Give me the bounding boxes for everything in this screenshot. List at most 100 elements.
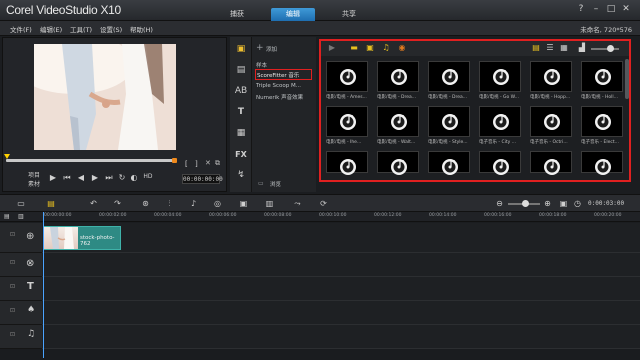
folder-triple-scoop[interactable]: Triple Scoop M...	[256, 83, 314, 89]
storyboard-view-icon[interactable]: ▭	[14, 199, 28, 209]
audio-disc-icon	[544, 69, 560, 85]
folder-scorefitter[interactable]: ScoreFitter 音乐	[255, 69, 312, 80]
audio-thumbnail[interactable]	[479, 61, 521, 92]
audio-thumbnail[interactable]	[377, 151, 419, 175]
record-capture-icon[interactable]: ⊛	[140, 199, 151, 209]
multi-camera-icon[interactable]: ▥	[264, 199, 275, 209]
scrub-handle[interactable]	[4, 154, 10, 159]
hd-button[interactable]: HD	[141, 173, 155, 180]
title-visibility-icon[interactable]: ⊡	[10, 283, 15, 290]
browse-label[interactable]: 浏览	[270, 180, 281, 188]
audio-thumbnail[interactable]	[479, 151, 521, 175]
audio-thumbnail[interactable]	[326, 106, 368, 137]
timeline-scroll-area[interactable]	[0, 349, 640, 360]
transition-icon[interactable]: AB	[234, 85, 248, 98]
redo-icon[interactable]: ↷	[112, 199, 123, 209]
subtitle-editor-icon[interactable]: ▣	[238, 199, 249, 209]
end-icon[interactable]: ⏭	[104, 173, 114, 183]
filter-icon[interactable]: FX	[234, 148, 248, 161]
timeline-ruler[interactable]: ▤ ▥ 00:00:00:00 00:00:02:00 00:00:04:00 00:…	[0, 212, 640, 222]
audio-thumbnail[interactable]	[377, 61, 419, 92]
voice-track-lane[interactable]	[42, 301, 640, 325]
tab-share[interactable]: 共享	[327, 8, 371, 21]
mark-in-button[interactable]: [	[185, 160, 188, 168]
music-track-lane[interactable]	[42, 325, 640, 349]
title-track-lane[interactable]	[42, 277, 640, 301]
undo-icon[interactable]: ↶	[88, 199, 99, 209]
folder-samples[interactable]: 样本	[256, 61, 314, 69]
add-folder-icon[interactable]: +	[256, 43, 264, 53]
volume-icon[interactable]: ◐	[129, 173, 139, 182]
fit-project-icon[interactable]: ▣	[558, 199, 569, 209]
clip-mode[interactable]: 素材	[28, 179, 40, 188]
menu-settings[interactable]: 设置(S)	[100, 24, 122, 34]
audio-thumbnail[interactable]	[428, 151, 470, 175]
overlay-visibility-icon[interactable]: ⊡	[10, 259, 15, 266]
track-visibility-icon[interactable]: ⊡	[10, 231, 15, 238]
audio-thumbnail[interactable]	[326, 151, 368, 175]
sound-mixer-icon[interactable]: ⫶	[164, 199, 175, 209]
previous-frame-icon[interactable]: ◀	[76, 173, 86, 182]
zoom-slider-handle[interactable]	[522, 200, 529, 207]
play-icon[interactable]: ▶	[48, 173, 58, 182]
timeline-clip[interactable]: stock-photo-762	[43, 226, 121, 250]
split-clip-icon[interactable]: ✕	[205, 159, 211, 167]
graphic-icon[interactable]: ▦	[234, 127, 248, 140]
timeline-view-icon[interactable]: ▤	[44, 199, 58, 209]
audio-thumbnail[interactable]	[479, 106, 521, 137]
menu-tools[interactable]: 工具(T)	[70, 24, 92, 34]
chapter-icon[interactable]: ▥	[18, 213, 24, 220]
audio-thumbnail[interactable]	[326, 61, 368, 92]
video-track-lane[interactable]	[42, 223, 640, 253]
folder-numerik[interactable]: Numerik 声音效果	[256, 93, 314, 101]
menu-help[interactable]: 帮助(H)	[130, 24, 153, 34]
zoom-out-icon[interactable]: ⊖	[494, 199, 505, 209]
timeline-playhead[interactable]	[43, 212, 44, 358]
audio-thumbnail[interactable]	[530, 151, 572, 175]
media-icon[interactable]: ▣	[234, 43, 248, 56]
help-icon[interactable]: ?	[575, 3, 587, 15]
scrub-bar[interactable]	[6, 159, 174, 162]
trim-end-marker[interactable]	[172, 158, 177, 163]
time-remapping-icon[interactable]: ⤳	[292, 199, 303, 209]
motion-tracking-icon[interactable]: ◎	[212, 199, 223, 209]
audio-thumbnail[interactable]	[377, 106, 419, 137]
menu-file[interactable]: 文件(F)	[10, 24, 32, 34]
track-manager-icon[interactable]: ▤	[4, 213, 10, 220]
add-folder-label[interactable]: 添加	[266, 45, 277, 53]
path-icon[interactable]: ↯	[234, 169, 248, 182]
next-frame-icon[interactable]: ▶	[90, 173, 100, 182]
zoom-in-icon[interactable]: ⊕	[542, 199, 553, 209]
repeat-icon[interactable]: ↻	[117, 173, 127, 182]
audio-thumbnail[interactable]	[581, 151, 623, 175]
close-icon[interactable]: ✕	[620, 3, 632, 15]
audio-thumbnail[interactable]	[581, 61, 623, 92]
mark-out-button[interactable]: ]	[195, 160, 198, 168]
tab-capture[interactable]: 捕获	[215, 8, 259, 21]
audio-thumbnail[interactable]	[581, 106, 623, 137]
ruler-tick-label: 00:00:08:00	[264, 213, 292, 218]
video-preview[interactable]	[34, 44, 176, 150]
instant-project-icon[interactable]: ▤	[234, 64, 248, 77]
browse-icon[interactable]: ▭	[258, 180, 264, 187]
audio-thumbnail[interactable]	[428, 106, 470, 137]
music-visibility-icon[interactable]: ⊡	[10, 331, 15, 338]
audio-thumbnail[interactable]	[428, 61, 470, 92]
preview-timecode[interactable]: 00:00:00:00	[182, 174, 223, 184]
tab-edit[interactable]: 编辑	[271, 8, 315, 21]
audio-thumbnail[interactable]	[530, 106, 572, 137]
project-mode[interactable]: 项目	[28, 170, 40, 179]
enlarge-icon[interactable]: ⧉	[215, 159, 220, 168]
enable-ripple-icon[interactable]: ⟳	[318, 199, 329, 209]
overlay-track-lane[interactable]	[42, 253, 640, 277]
voice-visibility-icon[interactable]: ⊡	[10, 307, 15, 314]
home-icon[interactable]: ⏮	[62, 173, 72, 183]
duration-icon[interactable]: ◷	[572, 199, 583, 209]
auto-music-icon[interactable]: ♪	[188, 199, 199, 209]
audio-thumbnail[interactable]	[530, 61, 572, 92]
library-scrollbar[interactable]	[625, 59, 629, 99]
title-icon[interactable]: T	[234, 106, 248, 119]
minimize-icon[interactable]: –	[590, 3, 602, 15]
maximize-icon[interactable]: □	[605, 3, 617, 15]
menu-edit[interactable]: 编辑(E)	[40, 24, 62, 34]
